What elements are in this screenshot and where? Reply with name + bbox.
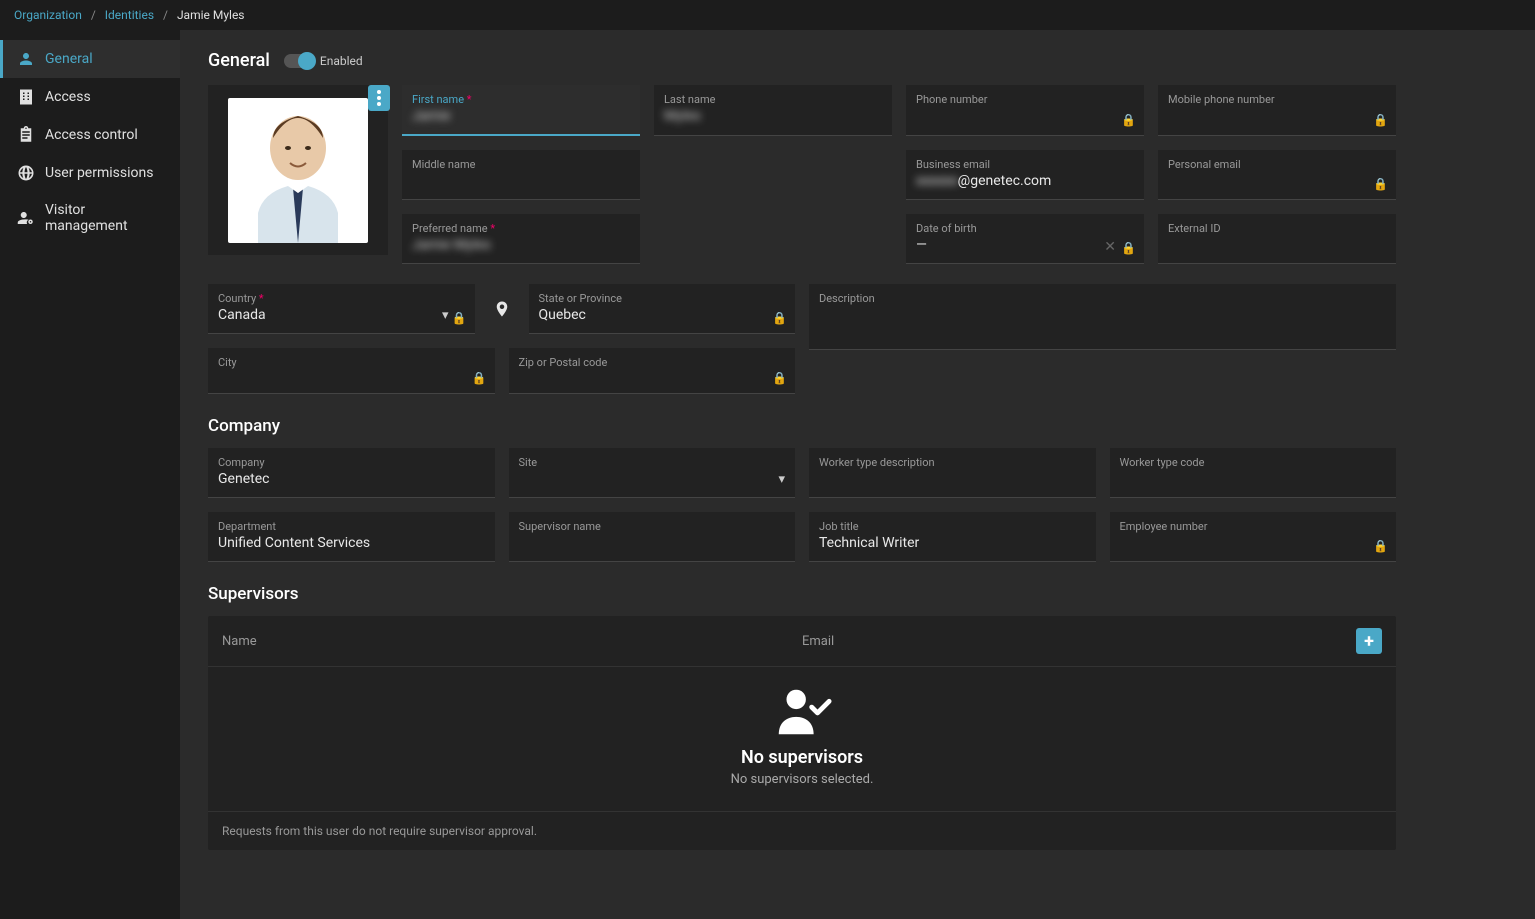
sidebar-item-access[interactable]: Access	[3, 78, 180, 116]
mobile-field[interactable]: Mobile phone number 🔒	[1158, 85, 1396, 136]
globe-icon	[17, 164, 35, 182]
dob-field[interactable]: Date of birth — ✕ 🔒	[906, 214, 1144, 264]
lock-icon: 🔒	[452, 311, 467, 325]
sidebar: General Access Access control User permi…	[0, 30, 180, 919]
middle-name-field[interactable]: Middle name	[402, 150, 640, 200]
enabled-toggle[interactable]: Enabled	[284, 54, 363, 68]
description-field[interactable]: Description	[809, 284, 1396, 350]
department-field[interactable]: Department Unified Content Services	[208, 512, 495, 562]
city-field[interactable]: City 🔒	[208, 348, 495, 394]
lock-icon: 🔒	[1373, 113, 1388, 127]
lock-icon: 🔒	[472, 371, 487, 385]
empty-subtitle: No supervisors selected.	[208, 772, 1396, 787]
lock-icon: 🔒	[1121, 113, 1136, 127]
visitor-icon	[17, 209, 35, 227]
sidebar-item-user-permissions[interactable]: User permissions	[3, 154, 180, 192]
preferred-name-field[interactable]: Preferred name * Jamie Myles	[402, 214, 640, 264]
profile-photo	[208, 85, 388, 255]
country-field[interactable]: Country * Canada ▾ 🔒	[208, 284, 475, 334]
first-name-field[interactable]: First name * Jamie	[402, 85, 640, 136]
lock-icon: 🔒	[1373, 539, 1388, 553]
lock-icon: 🔒	[772, 371, 787, 385]
section-title-company: Company	[208, 416, 1396, 436]
personal-email-field[interactable]: Personal email 🔒	[1158, 150, 1396, 200]
supervisors-table: Name Email + No supervisors No superviso…	[208, 616, 1396, 850]
supervisors-footer-note: Requests from this user do not require s…	[208, 811, 1396, 850]
company-field[interactable]: Company Genetec	[208, 448, 495, 498]
person-icon	[17, 50, 35, 68]
section-title-general: General	[208, 50, 270, 71]
kebab-icon	[377, 90, 381, 106]
phone-field[interactable]: Phone number 🔒	[906, 85, 1144, 136]
lock-icon: 🔒	[1121, 241, 1136, 255]
sidebar-item-access-control[interactable]: Access control	[3, 116, 180, 154]
breadcrumb-current: Jamie Myles	[177, 8, 245, 22]
last-name-field[interactable]: Last name Myles	[654, 85, 892, 136]
breadcrumb-identities[interactable]: Identities	[105, 8, 154, 22]
worker-type-code-field[interactable]: Worker type code	[1110, 448, 1397, 498]
sidebar-item-general[interactable]: General	[0, 40, 180, 78]
external-id-field[interactable]: External ID	[1158, 214, 1396, 264]
zip-field[interactable]: Zip or Postal code 🔒	[509, 348, 796, 394]
breadcrumb-organization[interactable]: Organization	[14, 8, 82, 22]
portrait-placeholder-icon	[243, 98, 353, 243]
chevron-down-icon: ▾	[442, 308, 449, 323]
empty-supervisor-icon	[771, 685, 833, 737]
toggle-switch-icon	[284, 54, 314, 68]
empty-title: No supervisors	[208, 747, 1396, 768]
chevron-down-icon: ▾	[778, 472, 785, 487]
add-supervisor-button[interactable]: +	[1356, 628, 1382, 654]
job-title-field[interactable]: Job title Technical Writer	[809, 512, 1096, 562]
worker-type-desc-field[interactable]: Worker type description	[809, 448, 1096, 498]
breadcrumb: Organization / Identities / Jamie Myles	[0, 0, 1535, 30]
clipboard-icon	[17, 126, 35, 144]
state-field[interactable]: State or Province Quebec 🔒	[529, 284, 796, 334]
column-header-name: Name	[222, 634, 802, 649]
section-title-supervisors: Supervisors	[208, 584, 1396, 604]
employee-number-field[interactable]: Employee number 🔒	[1110, 512, 1397, 562]
column-header-email: Email	[802, 634, 1356, 649]
building-icon	[17, 88, 35, 106]
lock-icon: 🔒	[1373, 177, 1388, 191]
site-field[interactable]: Site ▾	[509, 448, 796, 498]
sidebar-item-visitor-management[interactable]: Visitor management	[3, 192, 180, 244]
lock-icon: 🔒	[772, 311, 787, 325]
map-pin-icon[interactable]	[489, 297, 515, 321]
business-email-field[interactable]: Business email xxxxxx@genetec.com	[906, 150, 1144, 200]
photo-menu-button[interactable]	[368, 85, 390, 111]
clear-icon[interactable]: ✕	[1104, 239, 1116, 255]
supervisor-name-field[interactable]: Supervisor name	[509, 512, 796, 562]
